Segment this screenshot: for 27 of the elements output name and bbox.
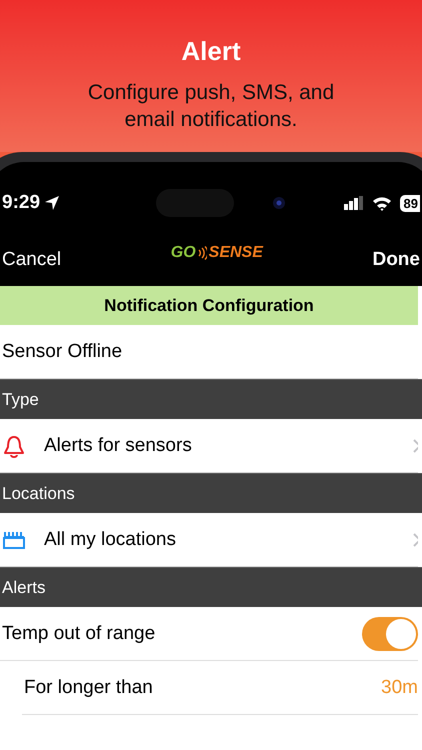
signal-icon — [344, 196, 364, 210]
row-label: All my locations — [44, 528, 176, 550]
logo-text: GO — [170, 244, 196, 262]
done-button[interactable]: Done — [372, 249, 420, 271]
row-label: Temp out of range — [2, 622, 156, 644]
logo-text: SENSE — [208, 244, 263, 262]
section-banner: Notification Configuration — [0, 286, 418, 325]
chevron-icon — [412, 438, 418, 452]
location-arrow-icon — [44, 195, 60, 211]
header-title: Alert — [181, 36, 241, 67]
signal-waves-icon — [198, 246, 207, 260]
chevron-icon — [412, 532, 418, 546]
row-value: 30m — [381, 676, 418, 698]
cancel-button[interactable]: Cancel — [2, 249, 62, 271]
row-label: For longer than — [24, 676, 153, 698]
battery-level: 89 — [400, 194, 420, 212]
row-label: Alerts for sensors — [44, 434, 192, 456]
section-header: Type — [0, 379, 422, 419]
row-label: Sensor Offline — [2, 340, 122, 362]
camera-icon — [272, 196, 286, 210]
status-time: 9:29 — [2, 192, 40, 214]
section-header: Locations — [0, 473, 422, 513]
toggle-switch[interactable] — [362, 616, 418, 650]
header-subtitle: Configure push, SMS, and email notifications. — [86, 80, 336, 133]
section-header: Alerts — [0, 567, 422, 607]
bell-icon — [2, 434, 26, 458]
wifi-icon — [372, 196, 392, 210]
